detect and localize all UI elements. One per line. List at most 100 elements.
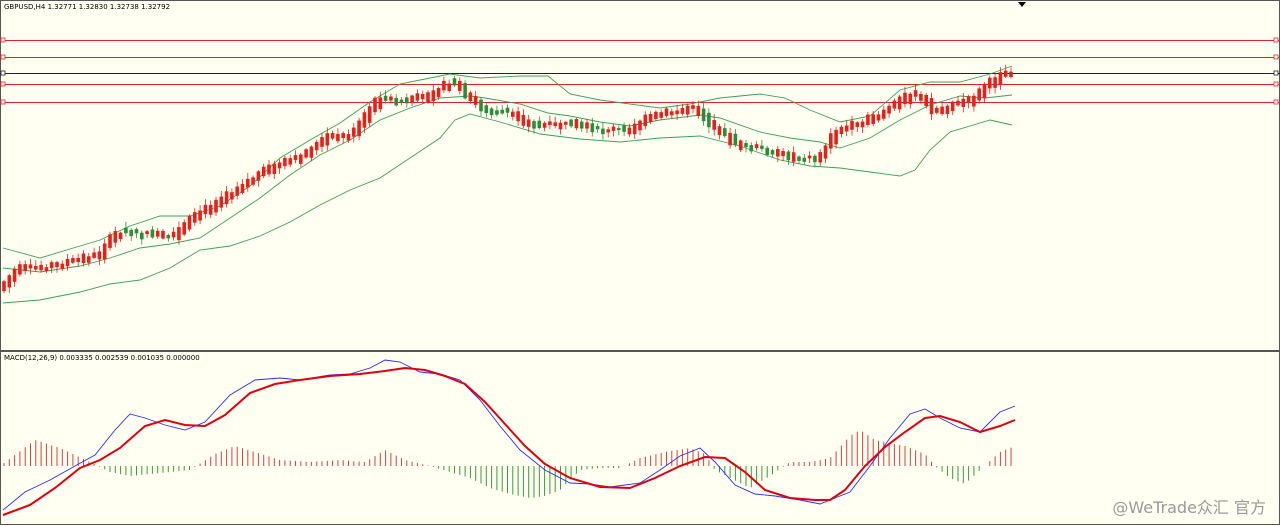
candle-body-74: [394, 97, 398, 106]
candle-body-93: [495, 110, 499, 115]
candle-body-140: [744, 143, 748, 148]
candle-body-11: [60, 263, 65, 269]
bollinger-lower: [2, 113, 1013, 304]
candle-body-135: [717, 126, 722, 136]
candle-body-127: [675, 110, 679, 115]
macd-label: MACD(12,26,9) 0.003335 0.002539 0.001035…: [4, 354, 200, 362]
candle-body-15: [81, 253, 86, 264]
candle-body-147: [781, 151, 785, 157]
candle-body-45: [240, 183, 245, 193]
candle-body-129: [685, 105, 690, 115]
candle-body-99: [526, 119, 531, 127]
candle-body-186: [988, 77, 992, 89]
candle-body-117: [622, 125, 626, 132]
candle-body-185: [982, 83, 987, 99]
candle-body-92: [489, 108, 494, 116]
candle-body-187: [993, 77, 997, 88]
candle-body-190: [1009, 71, 1013, 78]
candle-body-134: [712, 119, 716, 130]
candle-body-168: [892, 100, 897, 109]
candle-body-136: [723, 128, 727, 137]
candle-body-32: [171, 231, 176, 238]
candle-body-65: [346, 133, 351, 141]
candle-body-55: [293, 155, 298, 161]
candle-body-14: [76, 257, 80, 263]
candle-body-26: [140, 232, 144, 240]
candle-body-73: [389, 96, 393, 101]
candle-body-143: [760, 145, 764, 149]
candle-body-7: [39, 264, 43, 271]
candle-body-94: [500, 109, 504, 114]
level-handle-left-3: [0, 70, 6, 76]
candle-body-131: [696, 105, 701, 117]
candle-body-20: [108, 234, 112, 248]
candle-body-164: [871, 114, 875, 124]
watermark: @WeTrade众汇 官方: [1112, 498, 1266, 517]
candle-body-108: [574, 119, 579, 129]
macd-panel-frame: [0, 351, 1280, 525]
candle-body-77: [410, 95, 414, 103]
candle-body-80: [426, 92, 430, 103]
candle-body-50: [267, 164, 271, 175]
candle-body-170: [903, 92, 907, 105]
macd-signal-line: [2, 366, 1016, 516]
candle-body-75: [399, 99, 404, 104]
candle-body-101: [537, 120, 542, 129]
candle-body-76: [405, 97, 409, 104]
level-handle-left-4: [0, 81, 6, 87]
candle-body-161: [855, 122, 860, 127]
candle-body-38: [203, 204, 208, 215]
shift-arrow-icon[interactable]: [1018, 2, 1026, 7]
candle-body-57: [304, 149, 308, 158]
candle-body-141: [749, 145, 754, 152]
macd-main-line: [2, 359, 1016, 511]
chart-canvas: [0, 0, 1280, 525]
candle-body-34: [182, 222, 186, 235]
level-handle-right-5: [1273, 99, 1279, 105]
candle-body-152: [807, 155, 812, 159]
candle-body-27: [145, 231, 149, 235]
candle-body-53: [283, 157, 287, 167]
candle-body-188: [998, 72, 1003, 86]
candle-body-100: [532, 121, 536, 129]
candle-body-8: [44, 267, 49, 272]
candle-body-67: [357, 120, 361, 137]
candle-body-61: [325, 133, 330, 146]
candle-body-104: [553, 122, 557, 127]
candle-body-174: [924, 94, 928, 107]
candle-body-98: [521, 114, 526, 126]
candle-body-10: [55, 262, 59, 268]
candle-body-1: [7, 275, 12, 288]
candle-body-18: [97, 251, 102, 260]
candle-body-123: [654, 111, 658, 119]
candle-body-169: [897, 96, 902, 110]
candle-body-86: [458, 80, 462, 91]
candle-body-151: [802, 157, 807, 162]
candle-body-87: [463, 83, 467, 99]
candle-body-31: [166, 235, 171, 239]
candle-body-125: [664, 108, 669, 116]
candle-body-130: [691, 105, 695, 109]
candle-body-137: [728, 132, 732, 146]
candle-body-158: [839, 126, 844, 135]
candle-body-4: [23, 264, 27, 272]
candle-body-163: [866, 114, 870, 125]
level-handle-right-3: [1273, 70, 1279, 76]
candle-body-43: [230, 192, 234, 200]
candle-body-148: [786, 151, 791, 161]
candle-body-52: [277, 162, 282, 169]
candle-body-46: [246, 178, 250, 188]
candle-body-39: [208, 204, 213, 215]
candle-body-154: [818, 152, 822, 163]
candle-body-24: [129, 229, 133, 237]
candle-body-167: [887, 105, 891, 114]
candle-body-126: [670, 111, 674, 116]
candle-body-111: [590, 123, 595, 133]
candle-body-114: [606, 129, 610, 133]
candle-body-64: [341, 133, 345, 139]
candle-body-13: [71, 258, 75, 263]
candle-body-85: [452, 78, 457, 86]
candle-body-183: [972, 95, 976, 107]
candle-body-153: [813, 155, 817, 163]
candle-body-17: [92, 252, 96, 258]
